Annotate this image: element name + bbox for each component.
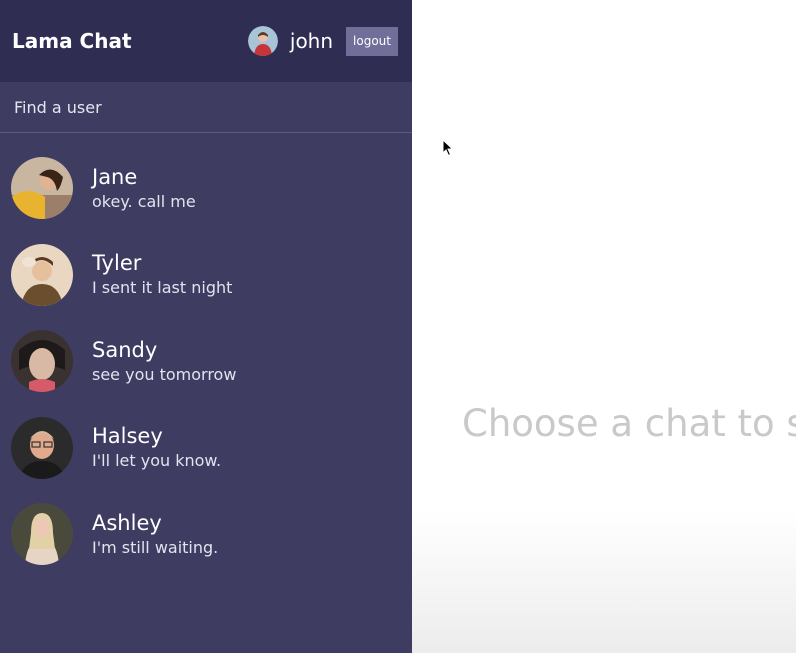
chat-name: Tyler xyxy=(92,251,142,276)
chat-app: Lama Chat john logout Find a user Jane o… xyxy=(0,0,796,653)
app-logo: Lama Chat xyxy=(12,29,132,53)
chat-item-sandy[interactable]: Sandy see you tomorrow xyxy=(0,318,412,405)
sandy-avatar-icon xyxy=(11,330,73,393)
chat-item-tyler[interactable]: Tyler I sent it last night xyxy=(0,232,412,319)
jane-avatar-icon xyxy=(11,157,73,220)
chat-last-message: see you tomorrow xyxy=(92,364,237,384)
chat-info: Tyler I sent it last night xyxy=(92,250,232,299)
tyler-avatar-icon xyxy=(11,243,73,306)
chat-panel: Choose a chat to s xyxy=(412,0,796,653)
chat-last-message: I'm still waiting. xyxy=(92,537,219,557)
chat-info: Sandy see you tomorrow xyxy=(92,337,236,386)
chat-info: Halsey I'll let you know. xyxy=(92,423,221,472)
sidebar: Lama Chat john logout Find a user Jane o… xyxy=(0,0,412,653)
mouse-cursor-icon xyxy=(442,139,454,157)
search-input[interactable] xyxy=(0,97,412,117)
username: john xyxy=(289,29,334,53)
chat-list: Jane okey. call me Tyler I sent it last … xyxy=(0,133,412,578)
chat-item-ashley[interactable]: Ashley I'm still waiting. xyxy=(0,491,412,578)
chat-last-message: okey. call me xyxy=(92,191,196,211)
chat-name: Halsey xyxy=(92,424,163,449)
search-bar xyxy=(0,82,412,133)
chat-name: Ashley xyxy=(92,510,162,535)
user-avatar-icon[interactable] xyxy=(247,26,278,56)
chat-name: Sandy xyxy=(92,337,158,362)
empty-chat-message: Choose a chat to s xyxy=(462,402,796,445)
chat-item-jane[interactable]: Jane okey. call me xyxy=(0,145,412,232)
ashley-avatar-icon xyxy=(11,503,73,566)
halsey-avatar-icon xyxy=(11,416,73,479)
chat-info: Jane okey. call me xyxy=(92,164,196,213)
chat-last-message: I'll let you know. xyxy=(92,451,222,471)
logout-button[interactable]: logout xyxy=(346,26,398,56)
navbar: Lama Chat john logout xyxy=(0,0,412,82)
chat-last-message: I sent it last night xyxy=(92,278,233,298)
chat-name: Jane xyxy=(92,164,138,189)
chat-info: Ashley I'm still waiting. xyxy=(92,510,218,559)
chat-item-halsey[interactable]: Halsey I'll let you know. xyxy=(0,405,412,492)
current-user: john logout xyxy=(247,26,398,56)
